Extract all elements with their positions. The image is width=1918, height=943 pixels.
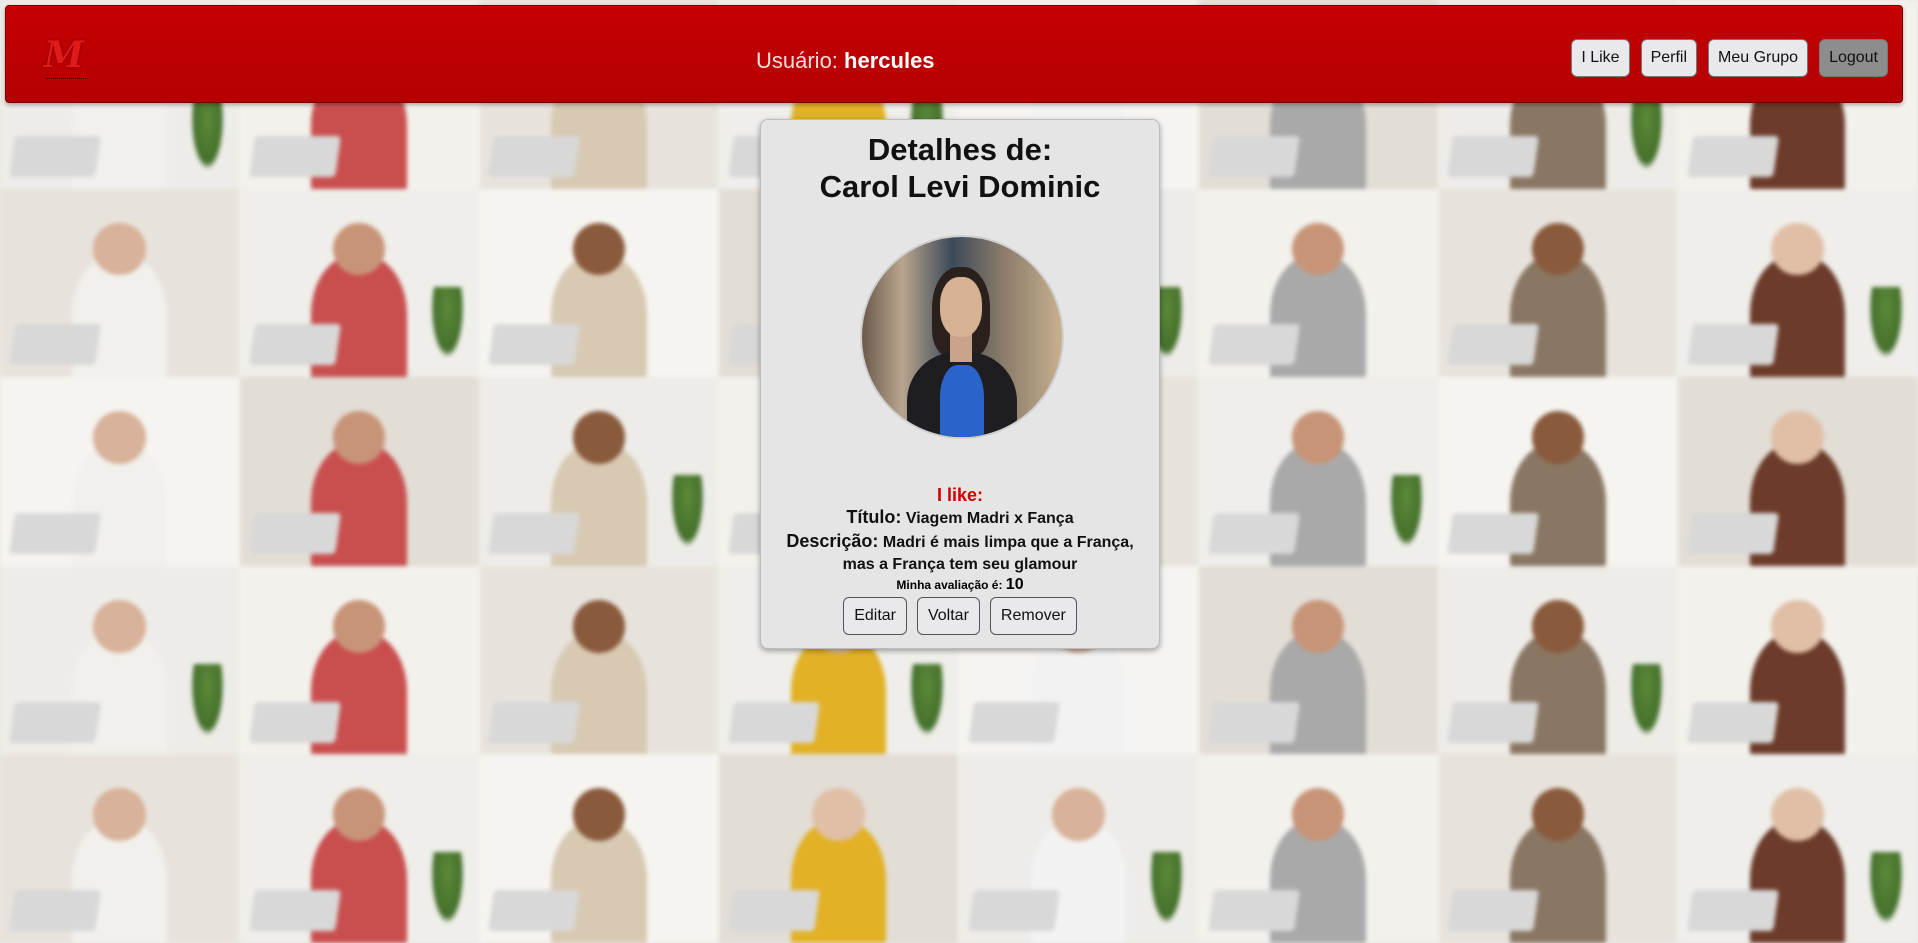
logo-letter: M — [44, 34, 84, 76]
title-prefix: Detalhes de: — [867, 132, 1053, 167]
top-header: M Usuário: hercules I Like Perfil Meu Gr… — [5, 5, 1903, 103]
background-tile — [1678, 188, 1918, 378]
background-tile — [1198, 754, 1439, 943]
page-title: Detalhes de: Carol Levi Dominic — [761, 131, 1159, 205]
background-tile — [479, 754, 720, 943]
background-tile — [1678, 565, 1918, 755]
background-tile — [239, 377, 480, 566]
descricao-row: Descrição: Madri é mais limpa que a Fran… — [761, 530, 1159, 576]
background-tile — [239, 754, 480, 943]
background-tile — [1198, 565, 1439, 755]
user-prefix: Usuário: — [756, 48, 838, 73]
background-tile — [1438, 377, 1679, 566]
logout-button[interactable]: Logout — [1819, 39, 1888, 77]
logo[interactable]: M — [44, 34, 88, 88]
editar-button[interactable]: Editar — [843, 597, 907, 635]
descricao-label: Descrição: — [786, 531, 879, 551]
ilike-button[interactable]: I Like — [1571, 39, 1630, 77]
background-tile — [1198, 377, 1439, 566]
background-tile — [239, 565, 480, 755]
descricao-value-1: Madri é mais limpa que a França, — [882, 534, 1134, 551]
background-tile — [1438, 754, 1679, 943]
username: hercules — [844, 48, 935, 73]
ilike-heading: I like: — [936, 485, 984, 505]
background-tile — [0, 565, 240, 755]
card-actions: Editar Voltar Remover — [761, 597, 1159, 635]
background-tile — [479, 565, 720, 755]
background-tile — [0, 188, 240, 378]
background-tile — [719, 754, 959, 943]
titulo-row: Título: Viagem Madri x Fança — [761, 506, 1159, 530]
background-tile — [959, 754, 1199, 943]
current-user: Usuário: hercules — [756, 48, 935, 74]
rating-label: Minha avaliação é: — [896, 578, 1003, 592]
details-card: Detalhes de: Carol Levi Dominic I like: … — [760, 119, 1160, 649]
background-tile — [0, 754, 240, 943]
background-tile — [1198, 188, 1439, 378]
background-tile — [479, 377, 720, 566]
top-nav: I Like Perfil Meu Grupo Logout — [1571, 39, 1888, 77]
logo-underline — [46, 78, 86, 82]
voltar-button[interactable]: Voltar — [916, 597, 980, 635]
rating-row: Minha avaliação é: 10 — [761, 576, 1159, 594]
background-tile — [479, 188, 720, 378]
background-tile — [1438, 565, 1679, 755]
background-tile — [1438, 188, 1679, 378]
background-tile — [1678, 754, 1918, 943]
background-tile — [0, 377, 240, 566]
background-tile — [239, 188, 480, 378]
descricao-value-2: mas a França tem seu glamour — [842, 556, 1078, 573]
remover-button[interactable]: Remover — [989, 597, 1077, 635]
titulo-label: Título: — [846, 507, 902, 527]
ilike-info: I like: Título: Viagem Madri x Fança Des… — [761, 484, 1159, 635]
meu-grupo-button[interactable]: Meu Grupo — [1708, 39, 1809, 77]
avatar — [860, 235, 1064, 439]
rating-value: 10 — [1005, 576, 1024, 593]
background-tile — [1678, 377, 1918, 566]
perfil-button[interactable]: Perfil — [1640, 39, 1698, 77]
titulo-value: Viagem Madri x Fança — [905, 510, 1074, 527]
person-name: Carol Levi Dominic — [819, 169, 1101, 204]
